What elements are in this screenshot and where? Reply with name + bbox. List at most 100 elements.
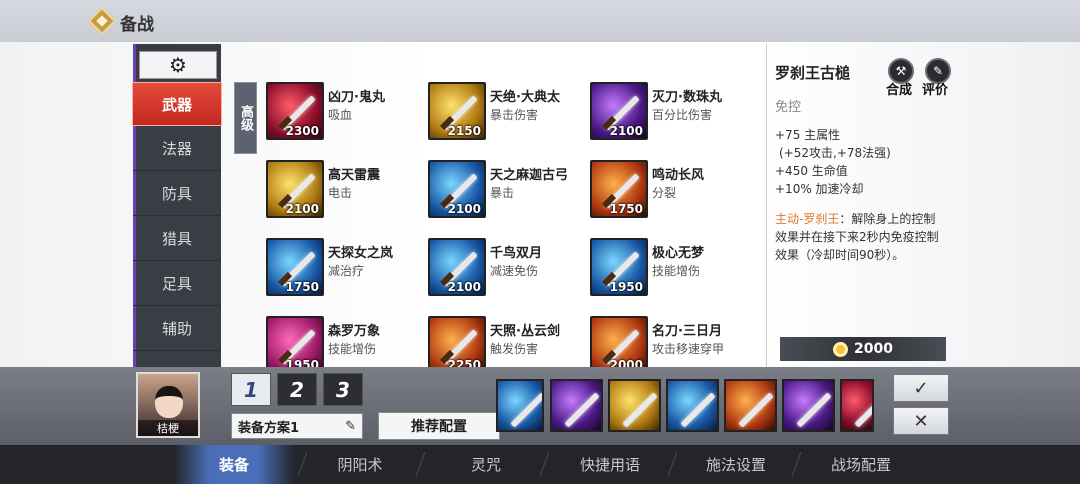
equipment-slot[interactable] (840, 379, 874, 432)
item-thumbnail: 1750 (266, 238, 324, 296)
item-price: 1750 (609, 202, 643, 216)
item-card[interactable]: 1950 森罗万象技能增伤 (266, 316, 426, 367)
item-price: 2150 (447, 124, 481, 138)
item-price: 2100 (285, 202, 319, 216)
tier-tab-advanced[interactable]: 高级 (234, 82, 257, 154)
item-price: 1950 (609, 280, 643, 294)
item-name: 名刀·三日月 (652, 324, 722, 339)
confirm-button[interactable]: ✓ (893, 374, 949, 402)
item-name: 天绝·大典太 (490, 90, 560, 105)
category-armor[interactable]: 防具 (133, 172, 221, 216)
item-price: 2300 (285, 124, 319, 138)
item-card[interactable]: 1950 极心无梦 技能增伤 (590, 238, 750, 300)
item-price: 1950 (285, 358, 319, 367)
equipment-slot[interactable] (782, 379, 835, 432)
item-thumbnail: 2000 (590, 316, 648, 367)
item-name: 高天雷震 (328, 168, 381, 183)
equipment-slot[interactable] (608, 379, 661, 432)
item-card[interactable]: 2100 千鸟双月 减速免伤 (428, 238, 588, 300)
anvil-icon: ⚒ (895, 64, 907, 78)
tab-battlefield-config[interactable]: 战场配置 (801, 445, 921, 484)
item-card[interactable]: 2100 灭刀·数珠丸 百分比伤害 (590, 82, 750, 144)
plan-name-text: 装备方案1 (238, 420, 300, 436)
combine-label: 合成 (886, 83, 913, 98)
category-hunting[interactable]: 猎具 (133, 217, 221, 261)
item-card[interactable]: 1750 鸣动长风分裂 (590, 160, 750, 222)
recommend-config-button[interactable]: 推荐配置 (378, 412, 500, 440)
settings-button[interactable]: ⚙ (139, 51, 217, 79)
item-price: 2100 (609, 124, 643, 138)
plan-tab-2[interactable]: 2 (277, 373, 317, 406)
item-thumbnail: 1950 (590, 238, 648, 296)
item-card[interactable]: 2150 天绝·大典太 暴击伤害 (428, 82, 588, 144)
plan-name-field[interactable]: 装备方案1 ✎ (231, 413, 363, 439)
item-desc: 分裂 (652, 186, 677, 200)
quill-icon: ✎ (932, 64, 944, 78)
item-name: 千鸟双月 (490, 246, 543, 261)
equipment-icon (854, 392, 872, 428)
item-desc: 攻击移速穿甲 (652, 342, 725, 356)
equipment-slot[interactable] (496, 379, 544, 432)
tab-cast-settings[interactable]: 施法设置 (676, 445, 796, 484)
page-title: 备战 (120, 15, 154, 35)
item-thumbnail: 2250 (428, 316, 486, 367)
item-name: 鸣动长风 (652, 168, 705, 183)
item-name: 天之麻迦古弓 (490, 168, 569, 183)
cancel-button[interactable]: ✕ (893, 407, 949, 435)
tab-charm[interactable]: 灵咒 (426, 445, 546, 484)
pen-icon[interactable]: ✎ (345, 419, 356, 434)
gear-icon: ⚙ (169, 53, 187, 77)
item-card[interactable]: 2100 高天雷震电击 (266, 160, 426, 222)
category-magic[interactable]: 法器 (133, 127, 221, 171)
item-name: 天探女之岚 (328, 246, 394, 261)
category-boots[interactable]: 足具 (133, 262, 221, 306)
stat-line: +10% 加速冷却 (775, 182, 864, 196)
item-desc: 技能增伤 (328, 342, 377, 356)
item-card[interactable]: 1750 天探女之岚减治疗 (266, 238, 426, 300)
item-desc: 电击 (328, 186, 353, 200)
item-thumbnail: 1950 (266, 316, 324, 367)
plan-tab-3[interactable]: 3 (323, 373, 363, 406)
equipment-icon (680, 392, 716, 428)
item-desc: 吸血 (328, 108, 353, 122)
detail-title: 罗刹王古槌 (775, 64, 851, 82)
item-desc: 减治疗 (328, 264, 365, 278)
item-desc: 暴击 (490, 186, 515, 200)
plan-tab-1[interactable]: 1 (231, 373, 271, 406)
item-desc: 技能增伤 (652, 264, 701, 278)
stat-line: (+52攻击,+78法强) (779, 146, 891, 160)
item-name: 森罗万象 (328, 324, 381, 339)
detail-subtitle: 免控 (775, 100, 802, 115)
equipment-slot[interactable] (724, 379, 777, 432)
item-price: 2100 (447, 202, 481, 216)
equipment-slot[interactable] (666, 379, 719, 432)
item-thumbnail: 2100 (590, 82, 648, 140)
cost-value: 2000 (854, 341, 893, 357)
equipment-icon (564, 392, 600, 428)
stat-line: +75 主属性 (775, 128, 841, 142)
item-desc: 百分比伤害 (652, 108, 713, 122)
equipment-icon (622, 392, 658, 428)
detail-skill: 主动-罗刹王：解除身上的控制效果并在接下来2秒内免疫控制效果（冷却时间90秒）。 (775, 210, 947, 264)
item-card[interactable]: 2250 天照·丛云剑 触发伤害 (428, 316, 588, 367)
item-name: 天照·丛云剑 (490, 324, 560, 339)
character-name: 桔梗 (138, 420, 198, 436)
buy-cost-button[interactable]: 2000 (780, 337, 946, 361)
equipment-icon (510, 392, 542, 428)
item-card[interactable]: 2000 名刀·三日月 攻击移速穿甲 (590, 316, 750, 367)
close-icon: ✕ (913, 410, 929, 432)
equipment-slot[interactable] (550, 379, 603, 432)
review-label: 评价 (922, 83, 949, 98)
tab-equipment[interactable]: 装备 (174, 445, 294, 484)
item-name: 灭刀·数珠丸 (652, 90, 722, 105)
category-support[interactable]: 辅助 (133, 307, 221, 351)
character-avatar[interactable]: 桔梗 (136, 372, 200, 438)
item-price: 2250 (447, 358, 481, 367)
item-card[interactable]: 2300 凶刀·鬼丸 吸血 (266, 82, 426, 144)
category-weapon[interactable]: 武器 (132, 82, 222, 126)
item-thumbnail: 2100 (428, 238, 486, 296)
tab-onmyoji-spell[interactable]: 阴阳术 (300, 445, 420, 484)
stat-line: +450 生命值 (775, 164, 848, 178)
tab-quick-chat[interactable]: 快捷用语 (550, 445, 670, 484)
item-card[interactable]: 2100 天之麻迦古弓 暴击 (428, 160, 588, 222)
